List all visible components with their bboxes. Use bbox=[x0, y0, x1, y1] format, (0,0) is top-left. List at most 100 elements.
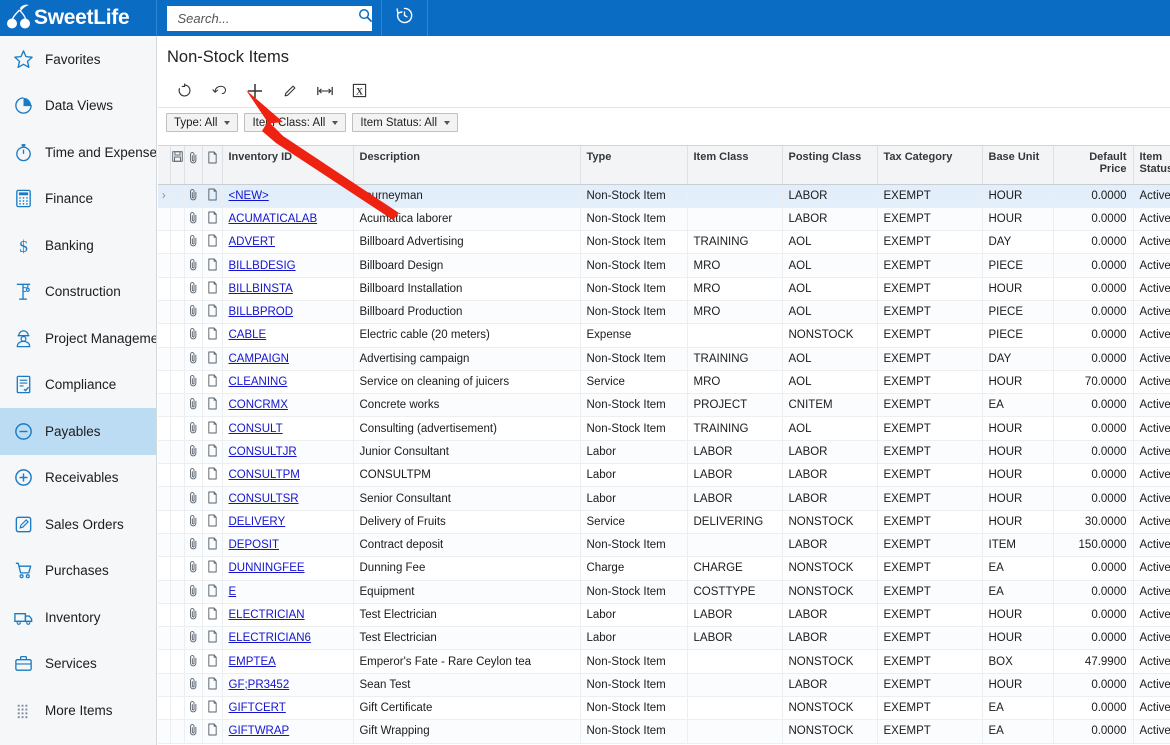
column-header-tax-category[interactable]: Tax Category bbox=[877, 146, 983, 185]
row-note-icon[interactable] bbox=[202, 323, 223, 348]
cell-inventory-id[interactable]: CONSULTSR bbox=[222, 486, 354, 511]
filter-item-status[interactable]: Item Status: All bbox=[352, 113, 459, 132]
refresh-button[interactable] bbox=[167, 76, 202, 106]
cell-inventory-id[interactable]: ADVERT bbox=[222, 230, 354, 255]
column-header-base-unit[interactable]: Base Unit bbox=[982, 146, 1054, 185]
cell-inventory-id[interactable]: GIFTWRAP bbox=[222, 719, 354, 744]
row-attachment-icon[interactable] bbox=[184, 673, 203, 698]
cell-inventory-id[interactable]: BILLBPROD bbox=[222, 300, 354, 325]
column-header-type[interactable]: Type bbox=[580, 146, 688, 185]
sidebar-item-services[interactable]: Services bbox=[0, 641, 156, 688]
row-note-icon[interactable] bbox=[202, 626, 223, 651]
row-note-icon[interactable] bbox=[202, 486, 223, 511]
inventory-id-link[interactable]: GIFTWRAP bbox=[229, 725, 290, 737]
note-icon[interactable] bbox=[207, 281, 218, 297]
note-icon[interactable] bbox=[207, 537, 218, 553]
table-row[interactable]: GIFTCERT Gift Certificate Non-Stock Item NO… bbox=[158, 696, 1170, 721]
paperclip-icon[interactable] bbox=[188, 654, 199, 670]
paperclip-icon[interactable] bbox=[188, 375, 199, 390]
row-note-icon[interactable] bbox=[202, 580, 223, 604]
row-attachment-icon[interactable] bbox=[184, 719, 203, 744]
cell-inventory-id[interactable]: E bbox=[222, 580, 354, 604]
inventory-id-link[interactable]: ACUMATICALAB bbox=[229, 213, 318, 225]
row-note-icon[interactable] bbox=[202, 556, 223, 581]
cell-inventory-id[interactable]: DUNNINGFEE bbox=[222, 556, 354, 581]
column-header-item-class[interactable]: Item Class bbox=[687, 146, 783, 185]
row-attachment-icon[interactable] bbox=[184, 626, 203, 651]
inventory-id-link[interactable]: BILLBPROD bbox=[229, 306, 294, 318]
column-attachment[interactable] bbox=[184, 146, 203, 185]
note-icon[interactable] bbox=[207, 700, 218, 716]
paperclip-icon[interactable] bbox=[188, 188, 199, 204]
inventory-id-link[interactable]: CABLE bbox=[229, 329, 267, 341]
cell-inventory-id[interactable]: ELECTRICIAN6 bbox=[222, 626, 354, 651]
row-note-icon[interactable] bbox=[202, 393, 223, 418]
search-icon[interactable] bbox=[358, 8, 373, 28]
paperclip-icon[interactable] bbox=[188, 421, 199, 437]
sidebar-item-payables[interactable]: Payables bbox=[0, 408, 156, 455]
row-note-icon[interactable] bbox=[202, 719, 223, 744]
row-note-icon[interactable] bbox=[202, 673, 223, 698]
chevron-down-icon[interactable] bbox=[332, 120, 339, 125]
sidebar-item-construction[interactable]: Construction bbox=[0, 269, 156, 316]
edit-button[interactable] bbox=[272, 76, 307, 106]
table-row[interactable]: DUNNINGFEE Dunning Fee Charge CHARGE NONSTOC… bbox=[158, 556, 1170, 581]
inventory-id-link[interactable]: DELIVERY bbox=[229, 516, 286, 528]
row-note-icon[interactable] bbox=[202, 370, 223, 395]
paperclip-icon[interactable] bbox=[188, 328, 199, 343]
table-row[interactable]: CONCRMX Concrete works Non-Stock Item PROJE… bbox=[158, 393, 1170, 418]
column-header-posting-class[interactable]: Posting Class bbox=[782, 146, 878, 185]
inventory-id-link[interactable]: <NEW> bbox=[229, 190, 269, 202]
cell-inventory-id[interactable]: EMPTEA bbox=[222, 649, 354, 674]
inventory-id-link[interactable]: ELECTRICIAN6 bbox=[229, 632, 311, 644]
row-note-icon[interactable] bbox=[202, 230, 223, 255]
paperclip-icon[interactable] bbox=[188, 514, 199, 530]
row-attachment-icon[interactable] bbox=[184, 393, 203, 418]
paperclip-icon[interactable] bbox=[188, 724, 199, 739]
row-attachment-icon[interactable] bbox=[184, 533, 203, 558]
note-icon[interactable] bbox=[207, 444, 218, 460]
row-note-icon[interactable] bbox=[202, 207, 223, 232]
inventory-id-link[interactable]: CAMPAIGN bbox=[229, 353, 290, 365]
cell-inventory-id[interactable]: CONSULTJR bbox=[222, 440, 354, 465]
filter-item-class[interactable]: Item Class: All bbox=[244, 113, 347, 132]
note-icon[interactable] bbox=[207, 491, 218, 507]
row-note-icon[interactable] bbox=[202, 533, 223, 558]
table-row[interactable]: BILLBPROD Billboard Production Non-Stock I… bbox=[158, 300, 1170, 325]
row-attachment-icon[interactable] bbox=[184, 510, 203, 534]
cell-inventory-id[interactable]: ACUMATICALAB bbox=[222, 207, 354, 232]
paperclip-icon[interactable] bbox=[188, 538, 199, 553]
inventory-id-link[interactable]: CONSULT bbox=[229, 423, 283, 435]
row-note-icon[interactable] bbox=[202, 649, 223, 674]
cell-inventory-id[interactable]: CONSULTPM bbox=[222, 463, 354, 488]
cell-inventory-id[interactable]: DELIVERY bbox=[222, 510, 354, 534]
row-attachment-icon[interactable] bbox=[184, 300, 203, 325]
sidebar-item-finance[interactable]: Finance bbox=[0, 176, 156, 223]
inventory-id-link[interactable]: GF;PR3452 bbox=[229, 679, 290, 691]
inventory-id-link[interactable]: E bbox=[229, 586, 237, 598]
note-icon[interactable] bbox=[207, 397, 218, 413]
paperclip-icon[interactable] bbox=[188, 561, 199, 576]
paperclip-icon[interactable] bbox=[188, 445, 199, 460]
note-icon[interactable] bbox=[207, 327, 218, 343]
note-icon[interactable] bbox=[207, 630, 218, 646]
search-box[interactable] bbox=[166, 5, 373, 31]
items-grid[interactable]: Inventory ID Description Type Item Class… bbox=[158, 145, 1170, 745]
inventory-id-link[interactable]: BILLBDESIG bbox=[229, 260, 296, 272]
row-attachment-icon[interactable] bbox=[184, 649, 203, 674]
note-icon[interactable] bbox=[207, 584, 218, 600]
chevron-down-icon[interactable] bbox=[444, 120, 451, 125]
row-note-icon[interactable] bbox=[202, 603, 223, 628]
cell-inventory-id[interactable]: <NEW> bbox=[222, 184, 354, 208]
inventory-id-link[interactable]: CONSULTPM bbox=[229, 469, 300, 481]
cell-inventory-id[interactable]: DEPOSIT bbox=[222, 533, 354, 558]
paperclip-icon[interactable] bbox=[188, 608, 199, 623]
column-note[interactable] bbox=[202, 146, 223, 185]
row-attachment-icon[interactable] bbox=[184, 486, 203, 511]
note-icon[interactable] bbox=[207, 467, 218, 483]
sidebar-item-receivables[interactable]: Receivables bbox=[0, 455, 156, 502]
table-row[interactable]: BILLBINSTA Billboard Installation Non-Stoc… bbox=[158, 277, 1170, 301]
table-row[interactable]: GIFTWRAP Gift Wrapping Non-Stock Item NONST… bbox=[158, 719, 1170, 744]
sidebar-item-more-items[interactable]: More Items bbox=[0, 687, 156, 734]
sidebar-item-time-and-expenses[interactable]: Time and Expenses bbox=[0, 129, 156, 176]
